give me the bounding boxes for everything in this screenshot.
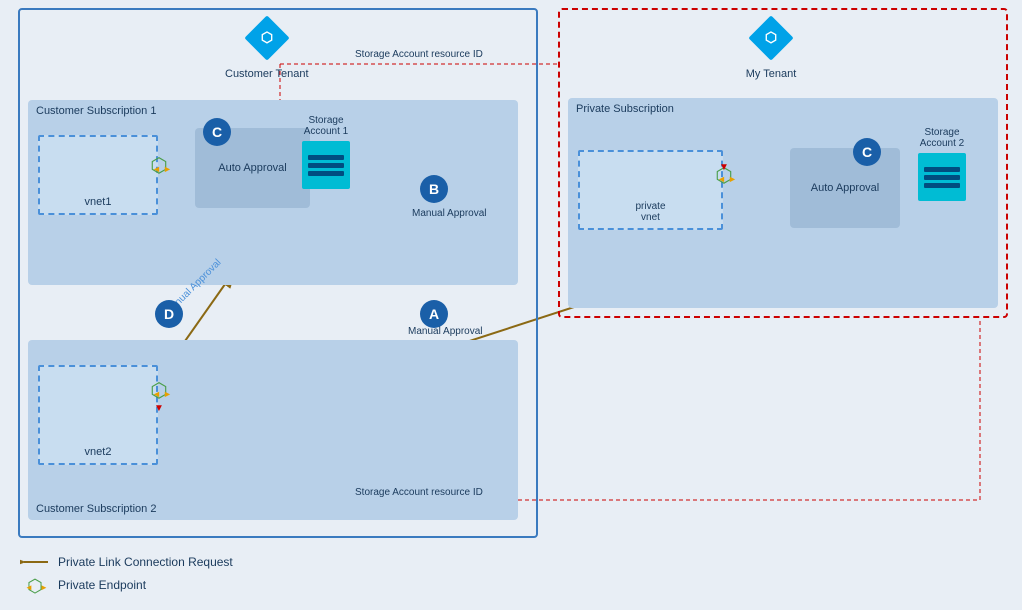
private-vnet-box: privatevnet ⬡ ◄ ► ▼ [578,150,723,230]
svg-text:⬡: ⬡ [765,29,777,45]
private-vnet-label: privatevnet [580,201,721,223]
svg-text:◄: ◄ [152,164,161,174]
storage-account2-container: StorageAccount 2 [918,127,966,201]
storage-account1-icon [302,141,350,189]
badge-a: A [420,300,448,328]
legend-endpoint-label: Private Endpoint [58,578,146,592]
auto-approval-1-label: Auto Approval [218,162,287,174]
storage-account2-icon [918,153,966,201]
svg-text:◄: ◄ [717,174,726,184]
customer-sub1-label: Customer Subscription 1 [36,105,156,117]
badge-d: D [155,300,183,328]
svg-text:▼: ▼ [719,162,729,173]
storage-resource-id-top: Storage Account resource ID [355,48,483,61]
vnet2-label: vnet2 [40,446,156,458]
svg-text:►: ► [163,389,172,399]
my-tenant-azure-icon: ⬡ [745,12,797,64]
customer-sub2-label: Customer Subscription 2 [36,503,156,515]
my-tenant-label: My Tenant [746,68,797,80]
vnet1-label: vnet1 [40,196,156,208]
legend: Private Link Connection Request ⬡ ◄ ► Pr… [20,555,233,595]
customer-tenant-azure-icon: ⬡ [241,12,293,64]
svg-text:►: ► [728,174,737,184]
my-tenant-header: ⬡ My Tenant [745,12,797,80]
customer-tenant-header: ⬡ Customer Tenant [225,12,309,80]
svg-text:▼: ▼ [154,403,164,413]
badge-c1: C [203,118,231,146]
diagram-container: ⬡ Customer Tenant ⬡ My Tenant Storage Ac… [0,0,1022,610]
legend-arrow-item: Private Link Connection Request [20,555,233,569]
storage-account1-container: StorageAccount 1 [302,115,350,189]
legend-arrow-icon [20,555,50,569]
auto-approval-2-label: Auto Approval [811,182,880,194]
storage-account1-label: StorageAccount 1 [302,115,350,137]
storage-account2-label: StorageAccount 2 [918,127,966,149]
auto-approval-box2: Auto Approval [790,148,900,228]
vnet2-box: vnet2 ⬡ ◄ ► ▼ [38,365,158,465]
vnet2-pe-icon: ⬡ ◄ ► ▼ [144,377,174,418]
manual-approval-a-label: Manual Approval [408,325,483,338]
badge-c2: C [853,138,881,166]
manual-approval-b-label: Manual Approval [412,207,487,220]
badge-b: B [420,175,448,203]
storage-resource-id-bottom: Storage Account resource ID [355,486,483,499]
svg-text:►: ► [163,164,172,174]
customer-tenant-label: Customer Tenant [225,68,309,80]
legend-endpoint-item: ⬡ ◄ ► Private Endpoint [20,575,233,595]
svg-text:◄: ◄ [25,583,33,592]
legend-pe-icon: ⬡ ◄ ► [20,575,50,595]
private-vnet-pe-icon: ⬡ ◄ ► ▼ [709,162,739,203]
svg-text:►: ► [40,583,48,592]
svg-text:◄: ◄ [152,389,161,399]
private-sub-label: Private Subscription [576,103,674,115]
svg-text:⬡: ⬡ [261,29,273,45]
vnet1-pe-icon: ⬡ ◄ ► [144,152,174,185]
vnet1-box: vnet1 ⬡ ◄ ► [38,135,158,215]
legend-arrow-label: Private Link Connection Request [58,555,233,569]
